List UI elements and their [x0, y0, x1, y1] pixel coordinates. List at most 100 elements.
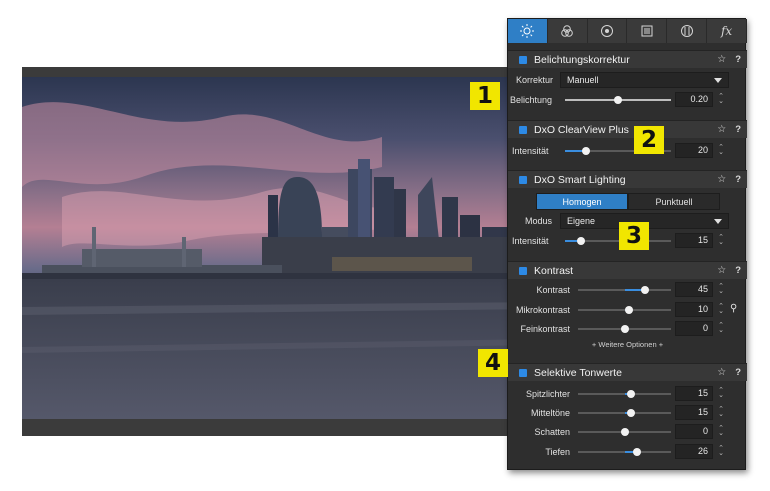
correction-select-value: Manuell	[567, 75, 599, 85]
color-circles-icon	[561, 25, 574, 37]
star-icon[interactable]: ☆	[717, 54, 726, 65]
slider-knob[interactable]	[632, 448, 641, 456]
tab-local[interactable]	[667, 19, 708, 43]
midtones-slider[interactable]	[578, 409, 671, 417]
highlights-row: Spitzlichter 15 ⌃ ⌄	[508, 386, 747, 402]
chevron-down-icon	[714, 219, 722, 224]
star-icon[interactable]: ☆	[717, 124, 726, 135]
help-icon[interactable]: ?	[735, 54, 741, 65]
spinner-icon[interactable]: ⌃ ⌄	[718, 303, 724, 315]
callout-badge-3: 3	[619, 222, 649, 250]
shadows-row: Schatten 0 ⌃ ⌄	[508, 424, 747, 440]
smart-lighting-intensity-value[interactable]: 15	[675, 233, 713, 248]
fine-contrast-value[interactable]: 0	[675, 321, 713, 336]
smart-lighting-mode-row: Homogen Punktuell	[508, 193, 747, 210]
slider-knob[interactable]	[640, 286, 649, 294]
spinner-icon[interactable]: ⌃ ⌄	[718, 406, 724, 418]
exposure-slider[interactable]	[565, 96, 671, 104]
slider-knob[interactable]	[620, 428, 629, 436]
spinner-icon[interactable]: ⌃ ⌄	[718, 445, 724, 457]
exposure-value[interactable]: 0.20	[675, 92, 713, 107]
effects-icon: fx	[720, 24, 733, 38]
slider-knob[interactable]	[627, 409, 635, 417]
section-enable-checkbox[interactable]	[519, 55, 527, 64]
star-icon[interactable]: ☆	[717, 265, 726, 276]
chevron-down-icon	[714, 78, 722, 83]
contrast-slider[interactable]	[578, 286, 671, 294]
slider-knob[interactable]	[582, 147, 591, 155]
section-title: Belichtungskorrektur	[534, 53, 630, 66]
micro-contrast-row: Mikrokontrast 10 ⌃ ⌄ ⚲	[508, 302, 747, 318]
spinner-icon[interactable]: ⌃ ⌄	[718, 387, 724, 399]
shadows-slider[interactable]	[578, 428, 671, 436]
tool-tab-bar: fx	[508, 19, 747, 43]
star-icon[interactable]: ☆	[717, 174, 726, 185]
help-icon[interactable]: ?	[735, 124, 741, 135]
spinner-icon[interactable]: ⌃ ⌄	[718, 234, 724, 246]
midtones-row: Mitteltöne 15 ⌃ ⌄	[508, 405, 747, 421]
modus-label: Modus	[525, 216, 553, 226]
tab-light[interactable]	[508, 19, 548, 43]
section-enable-checkbox[interactable]	[519, 368, 527, 377]
highlights-label: Spitzlichter	[525, 389, 570, 399]
correction-row: Korrektur Manuell	[508, 72, 747, 88]
mode-homogeneous-button[interactable]: Homogen	[536, 193, 628, 210]
exposure-label: Belichtung	[510, 95, 553, 105]
micro-contrast-label: Mikrokontrast	[515, 305, 570, 315]
spinner-icon[interactable]: ⌃ ⌄	[718, 322, 724, 334]
clearview-intensity-value[interactable]: 20	[675, 143, 713, 158]
tab-color[interactable]	[548, 19, 588, 43]
shadows-value[interactable]: 0	[675, 424, 713, 439]
help-icon[interactable]: ?	[735, 174, 741, 185]
section-exposure-header[interactable]: Belichtungskorrektur ☆ ?	[508, 50, 747, 68]
section-smart-lighting-header[interactable]: DxO Smart Lighting ☆ ?	[508, 170, 747, 188]
section-enable-checkbox[interactable]	[519, 175, 527, 184]
tab-effects[interactable]: fx	[707, 19, 747, 43]
geometry-icon	[680, 25, 693, 37]
more-options-link[interactable]: + Weitere Optionen +	[508, 340, 747, 349]
section-title: DxO Smart Lighting	[534, 173, 626, 186]
micro-contrast-value[interactable]: 10	[675, 302, 713, 317]
slider-knob[interactable]	[627, 390, 635, 398]
midtones-value[interactable]: 15	[675, 405, 713, 420]
slider-knob[interactable]	[614, 96, 622, 104]
spinner-icon[interactable]: ⌃ ⌄	[718, 425, 724, 437]
spinner-icon[interactable]: ⌃ ⌄	[718, 93, 724, 105]
section-enable-checkbox[interactable]	[519, 266, 527, 275]
star-icon[interactable]: ☆	[717, 367, 726, 378]
slider-knob[interactable]	[625, 306, 634, 314]
help-icon[interactable]: ?	[735, 367, 741, 378]
fine-contrast-label: Feinkontrast	[520, 324, 570, 334]
slider-knob[interactable]	[620, 325, 629, 333]
sun-icon	[520, 24, 535, 38]
section-tones-header[interactable]: Selektive Tonwerte ☆ ?	[508, 363, 747, 381]
smart-lighting-intensity-slider[interactable]	[565, 237, 671, 245]
section-clearview-header[interactable]: DxO ClearView Plus ☆ ?	[508, 120, 747, 138]
section-title: Selektive Tonwerte	[534, 366, 622, 379]
fine-contrast-slider[interactable]	[578, 325, 671, 333]
fine-contrast-row: Feinkontrast 0 ⌃ ⌄	[508, 321, 747, 337]
tab-detail[interactable]	[588, 19, 628, 43]
contrast-value[interactable]: 45	[675, 282, 713, 297]
slider-knob[interactable]	[576, 237, 585, 245]
depths-value[interactable]: 26	[675, 444, 713, 459]
help-icon[interactable]: ?	[735, 265, 741, 276]
highlights-value[interactable]: 15	[675, 386, 713, 401]
section-contrast-header[interactable]: Kontrast ☆ ?	[508, 261, 747, 279]
micro-contrast-slider[interactable]	[578, 306, 671, 314]
depths-label: Tiefen	[545, 447, 570, 457]
magic-wand-icon[interactable]: ⚲	[730, 303, 737, 314]
section-title: DxO ClearView Plus	[534, 123, 629, 136]
correction-select[interactable]: Manuell	[560, 72, 729, 88]
section-enable-checkbox[interactable]	[519, 125, 527, 134]
highlights-slider[interactable]	[578, 390, 671, 398]
depths-slider[interactable]	[578, 448, 671, 456]
spinner-icon[interactable]: ⌃ ⌄	[718, 283, 724, 295]
contrast-row: Kontrast 45 ⌃ ⌄	[508, 282, 747, 298]
contrast-label: Kontrast	[536, 285, 570, 295]
layers-icon	[641, 25, 653, 37]
mode-spot-button[interactable]: Punktuell	[628, 193, 720, 210]
spinner-icon[interactable]: ⌃ ⌄	[718, 144, 724, 156]
tab-geometry[interactable]	[627, 19, 668, 43]
city-skyline-image	[22, 102, 542, 419]
